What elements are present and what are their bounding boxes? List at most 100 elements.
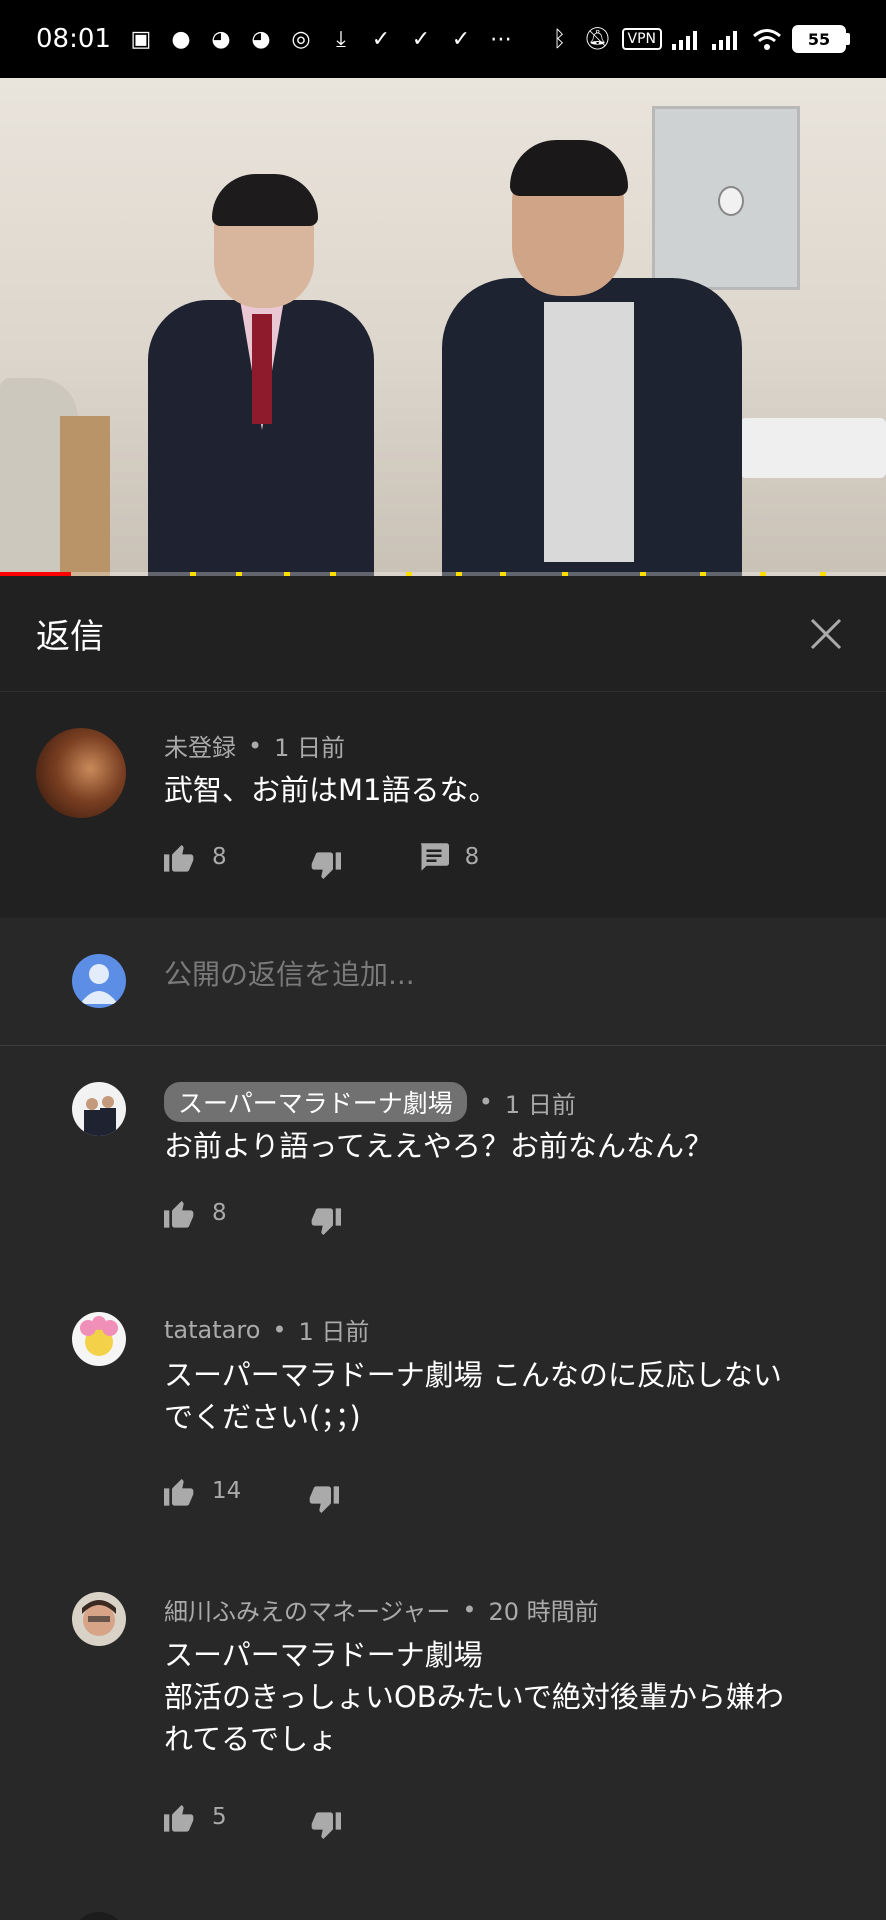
signal-icon [672,31,697,50]
comment-time: 1 日前 [298,1318,370,1346]
thumbs-down-icon [311,852,341,879]
comment-text: スーパーマラドーナ劇場 部活のきっしょいOBみたいで絶対後輩から嫌わ れてるでし… [164,1634,784,1760]
bluetooth-icon: ᛒ [552,26,567,52]
like-count: 8 [212,1200,227,1226]
avatar-image [84,1096,116,1136]
calendar-icon: ▣ [130,26,152,52]
comment-time: 1 日前 [274,734,346,762]
separator-dot: • [462,1595,477,1624]
comment-text-line: 部活のきっしょいOBみたいで絶対後輩から嫌わ [164,1680,784,1714]
video-person-right-shirt [544,302,634,562]
notification-icons: ▣ ● ◕ ◕ ◎ ⤓ ✓ ✓ ✓ ⋯ [127,27,546,52]
check-icon-2: ✓ [411,26,431,52]
comment-text-line: スーパーマラドーナ劇場 [164,1638,483,1672]
close-icon [810,618,842,649]
reply-input[interactable] [164,958,784,991]
replies-list: スーパーマラドーナ劇場 • 1 日前 お前より語ってええやろ？お前なんなん？ 8… [0,1046,886,1920]
creator-badge[interactable]: スーパーマラドーナ劇場 [164,1082,467,1122]
video-scene-table [60,416,110,576]
video-scene-clock [718,186,744,216]
avatar-image [82,1600,116,1636]
thumbs-down-icon [309,1486,340,1513]
comment-meta: tatataro • 1 日前 [164,1312,369,1347]
comment-meta: スーパーマラドーナ劇場 • 1 日前 [164,1082,576,1122]
thumbs-down-icon [311,1208,341,1235]
reply-button[interactable]: 8 [419,843,479,871]
comment-text-line: スーパーマラドーナ劇場 こんなのに反応しない [164,1358,782,1392]
replies-title: 返信 [36,617,104,657]
separator-dot: • [272,1315,287,1344]
reply-item: tatataro • 1 日前 スーパーマラドーナ劇場 こんなのに反応しない で… [0,1310,886,1580]
comment-actions: 14 [164,1476,340,1513]
reply-item: スーパーマラドーナ劇場 • 1 日前 お前より語ってええやろ？お前なんなん？ 8 [0,1046,886,1276]
signal-icon-2 [712,31,737,50]
like-button[interactable]: 5 [164,1802,227,1832]
dislike-button[interactable] [309,1198,341,1235]
avatar[interactable] [72,1592,126,1646]
system-icons: ᛒ 🔕︎ VPN 55 [546,25,850,53]
top-comment: 未登録 • 1 日前 武智、お前はM1語るな。 8 8 [0,692,886,918]
instagram-icon: ◎ [291,26,311,52]
comment-meta: 細川ふみえのマネージャー • 20 時間前 [164,1592,599,1627]
like-count: 5 [212,1804,227,1830]
comment-actions: 8 8 [164,842,479,879]
reddit-icon: ◕ [211,26,231,52]
reply-item: 細川ふみえのマネージャー • 20 時間前 スーパーマラドーナ劇場 部活のきっし… [0,1590,886,1890]
line-app-icon: ● [171,26,191,52]
comment-text: 武智、お前はM1語るな。 [164,773,498,807]
separator-dot: • [248,731,263,760]
comment-meta: 未登録 • 1 日前 [164,728,345,763]
battery-icon: 55 [792,25,850,53]
battery-level: 55 [807,29,831,49]
like-button[interactable]: 8 [164,1198,227,1228]
download-icon: ⤓ [336,26,346,52]
my-avatar [72,954,126,1008]
avatar[interactable] [36,728,126,818]
comment-icon [420,843,449,871]
next-reply-avatar[interactable] [72,1912,126,1920]
avatar[interactable] [72,1082,126,1136]
replies-header: 返信 [0,576,886,692]
comment-author[interactable]: tatataro [164,1316,260,1344]
comment-actions: 5 [164,1802,341,1839]
like-button[interactable]: 8 [164,842,227,872]
reddit-icon-2: ◕ [251,26,271,52]
check-icon: ✓ [371,26,391,52]
check-icon-3: ✓ [451,26,471,52]
dislike-button[interactable] [309,842,341,879]
comment-time: 20 時間前 [488,1598,599,1626]
close-button[interactable] [802,610,850,658]
avatar[interactable] [72,1312,126,1366]
more-notifications-icon: ⋯ [489,26,512,52]
video-player[interactable] [0,78,886,576]
video-person-right-hair [510,140,628,196]
thumbs-down-icon [311,1812,341,1839]
comment-time: 1 日前 [504,1090,576,1119]
comment-actions: 8 [164,1198,341,1235]
thumbs-up-icon [164,1201,194,1228]
thumbs-up-icon [164,1805,194,1832]
dislike-button[interactable] [309,1802,341,1839]
dislike-button[interactable] [307,1476,340,1513]
like-button[interactable]: 14 [164,1476,241,1506]
status-bar: 08:01 ▣ ● ◕ ◕ ◎ ⤓ ✓ ✓ ✓ ⋯ ᛒ 🔕︎ VPN 55 [0,0,886,78]
vpn-indicator: VPN [621,28,662,50]
mute-bell-icon: 🔕︎ [583,26,612,52]
video-scene-sink [740,418,886,478]
avatar-image [80,1316,118,1356]
comment-text: お前より語ってええやろ？お前なんなん？ [164,1129,713,1163]
thumbs-up-icon [164,845,194,872]
separator-dot: • [478,1088,493,1116]
comment-author[interactable]: 細川ふみえのマネージャー [164,1592,450,1627]
comment-text: スーパーマラドーナ劇場 こんなのに反応しない でください(；；) [164,1354,782,1438]
user-icon [80,964,118,1004]
like-count: 14 [212,1478,242,1504]
comment-text-line: でください(；；) [164,1400,361,1434]
comment-author[interactable]: 未登録 [164,728,236,763]
video-person-left-hair [212,174,318,226]
thumbs-up-icon [164,1479,194,1506]
status-time: 08:01 [36,24,111,54]
video-person-left-tie [252,314,272,424]
add-reply-bar [0,918,886,1046]
wifi-icon [753,29,781,50]
